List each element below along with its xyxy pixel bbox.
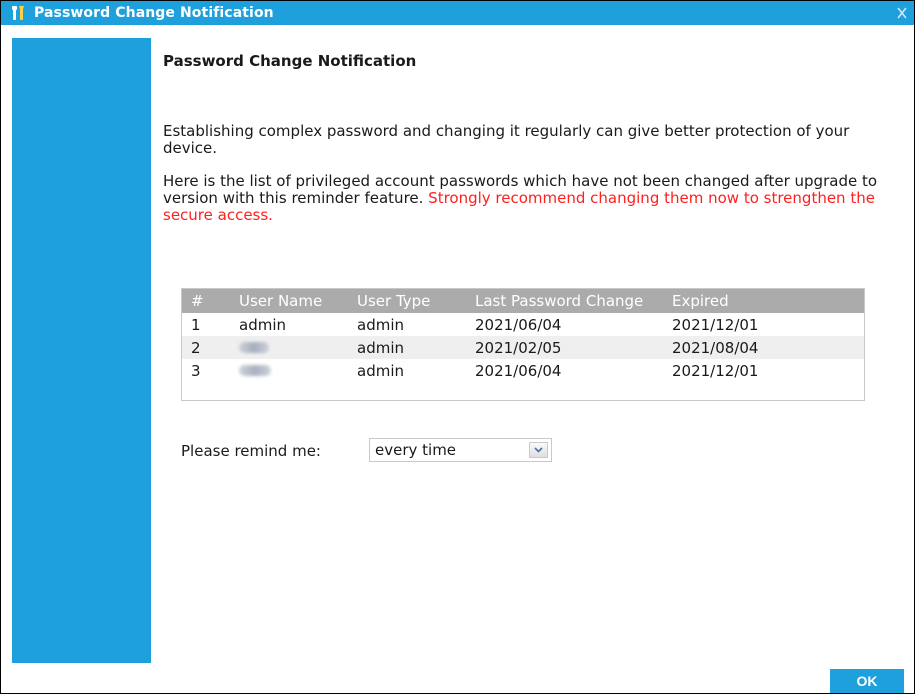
cell-user-type: admin — [357, 361, 404, 380]
cell-last-change: 2021/02/05 — [475, 338, 562, 357]
cell-last-change: 2021/06/04 — [475, 315, 562, 334]
cell-user-type: admin — [357, 338, 404, 357]
cell-index: 2 — [191, 338, 201, 357]
table-row: 1 admin admin 2021/06/04 2021/12/01 — [182, 313, 864, 336]
remind-select[interactable]: every time — [369, 438, 552, 462]
chevron-down-icon[interactable] — [529, 442, 548, 458]
column-header-index: # — [191, 292, 204, 310]
close-icon[interactable] — [894, 4, 910, 22]
table-header-row: # User Name User Type Last Password Chan… — [182, 289, 864, 313]
redacted-name — [239, 364, 271, 376]
column-header-expired: Expired — [672, 292, 729, 310]
title-bar: Password Change Notification — [1, 1, 914, 25]
remind-label: Please remind me: — [181, 442, 321, 460]
cell-last-change: 2021/06/04 — [475, 361, 562, 380]
cell-user-type: admin — [357, 315, 404, 334]
info-paragraph: Establishing complex password and changi… — [163, 122, 850, 157]
redacted-name — [239, 341, 269, 353]
column-header-user-type: User Type — [357, 292, 431, 310]
cell-user-name-redacted — [239, 339, 357, 357]
cell-user-name-redacted — [239, 362, 357, 380]
table-row: 2 admin 2021/02/05 2021/08/04 — [182, 336, 864, 359]
page-title: Password Change Notification — [163, 52, 417, 70]
cell-user-name: admin — [239, 315, 286, 334]
column-header-last-change: Last Password Change — [475, 292, 644, 310]
column-header-user-name: User Name — [239, 292, 323, 310]
notice-paragraph: Here is the list of privileged account p… — [163, 173, 903, 224]
table-row: 3 admin 2021/06/04 2021/12/01 — [182, 359, 864, 382]
cell-expired: 2021/12/01 — [672, 361, 759, 380]
remind-selected-value: every time — [375, 441, 457, 459]
sidebar-panel — [12, 38, 151, 663]
tools-icon — [11, 3, 31, 23]
window-title: Password Change Notification — [34, 5, 274, 21]
cell-index: 3 — [191, 361, 201, 380]
account-table: # User Name User Type Last Password Chan… — [181, 288, 865, 401]
cell-index: 1 — [191, 315, 201, 334]
cell-expired: 2021/12/01 — [672, 315, 759, 334]
cell-expired: 2021/08/04 — [672, 338, 759, 357]
password-change-dialog: Password Change Notification Password Ch… — [0, 0, 915, 694]
ok-button[interactable]: OK — [830, 669, 904, 693]
